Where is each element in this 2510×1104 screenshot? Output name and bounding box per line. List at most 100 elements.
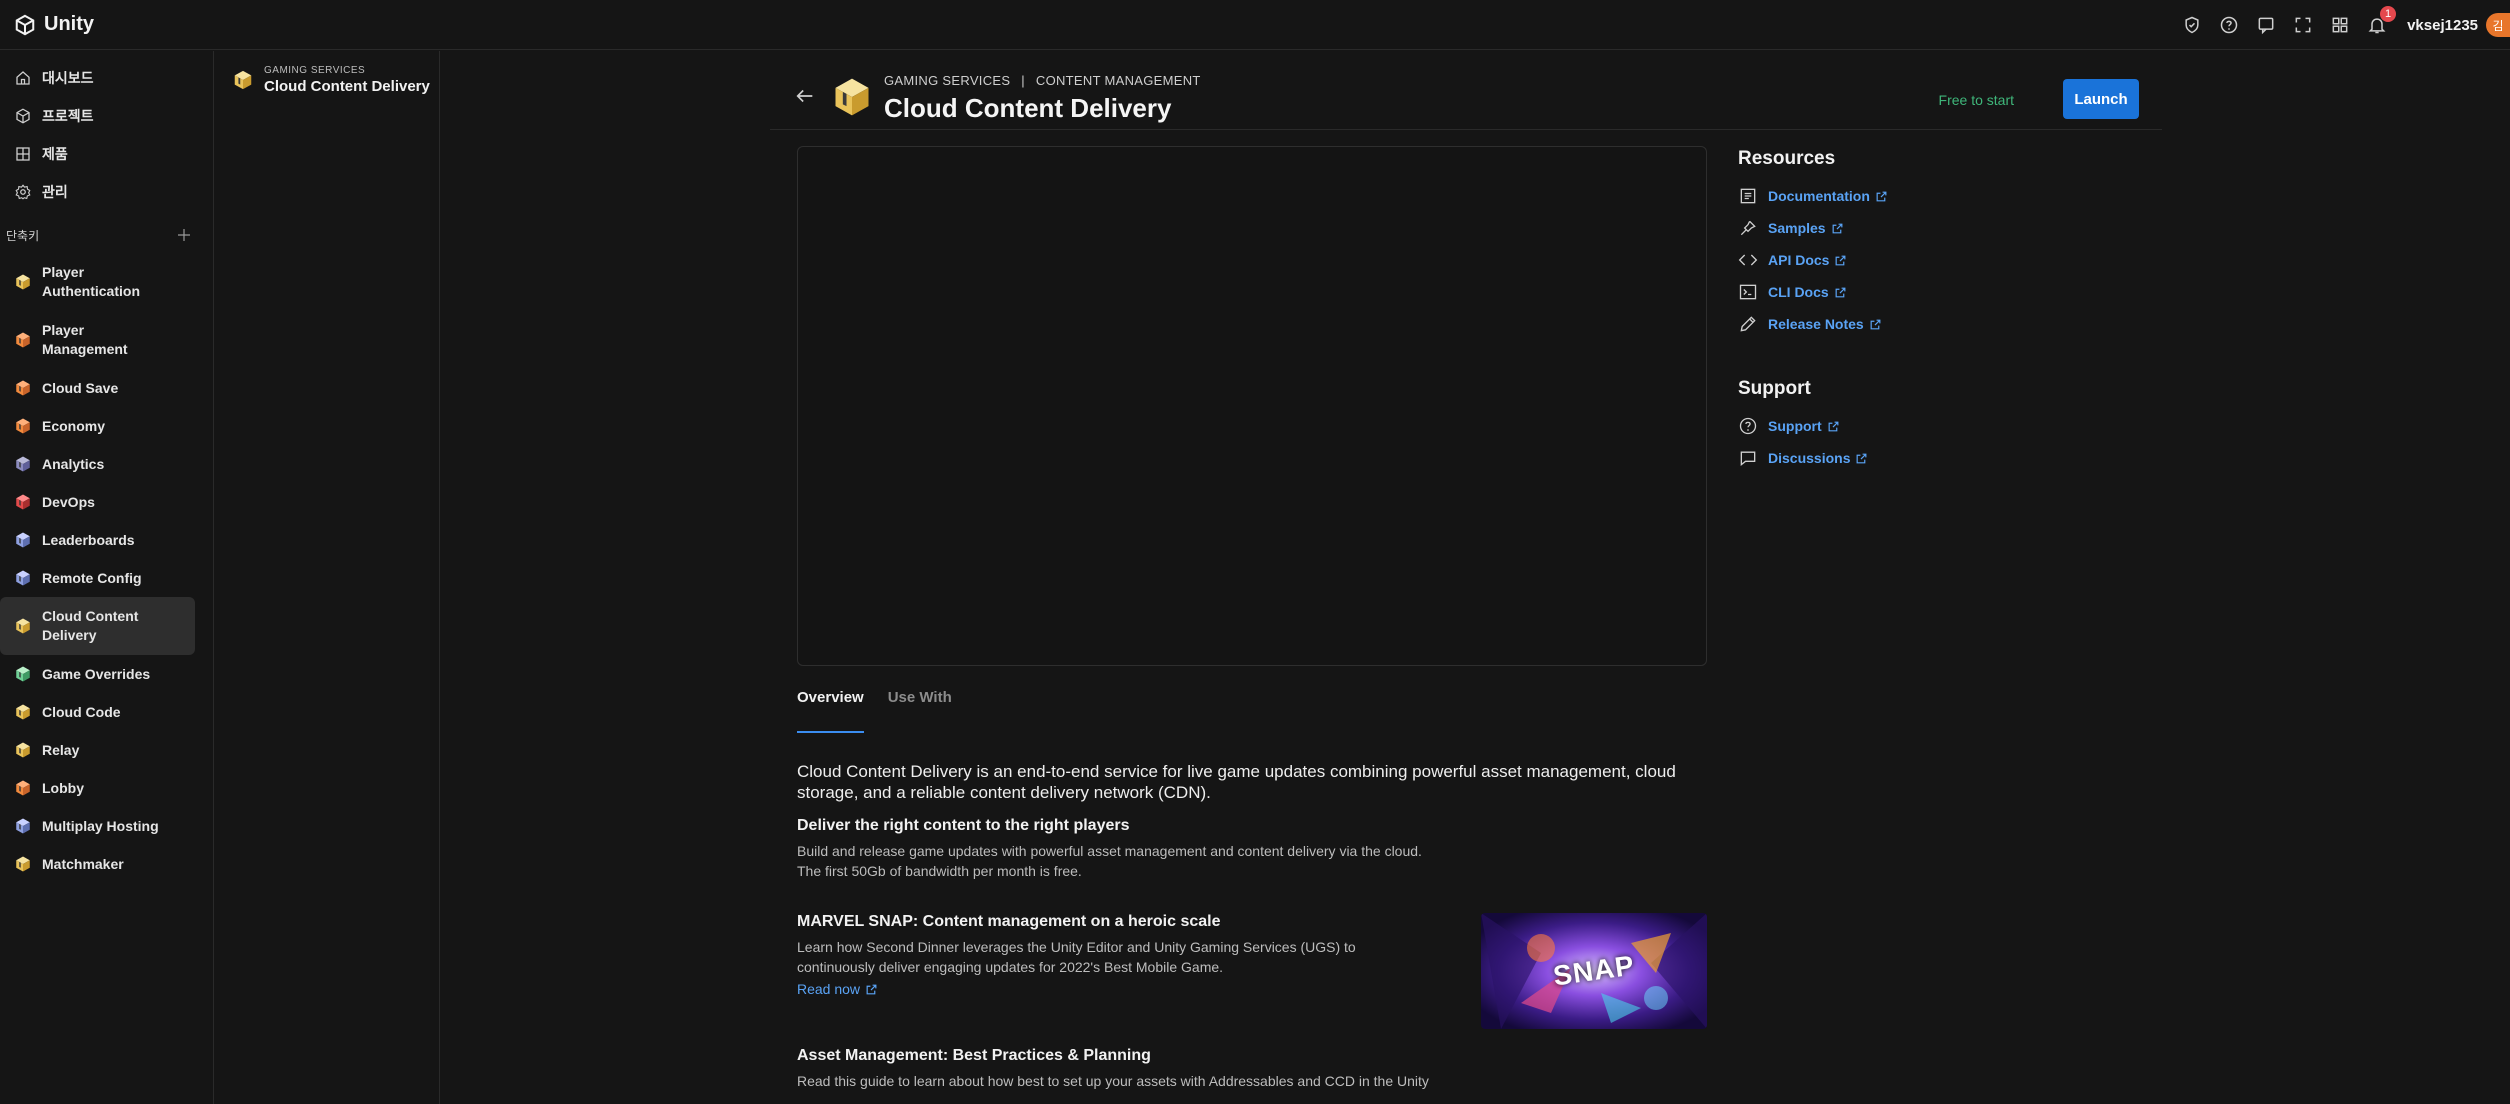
header-divider — [770, 129, 2162, 130]
shortcut-label: Cloud Save — [42, 379, 119, 396]
video-player[interactable] — [797, 146, 1707, 666]
external-link-icon — [1870, 319, 1881, 329]
resource-cli-docs[interactable]: CLI Docs — [1738, 276, 2138, 308]
product-cube-icon — [16, 456, 30, 472]
ccd-cube-icon — [234, 70, 252, 90]
shortcut-label: Leaderboards — [42, 531, 135, 548]
section-title: Deliver the right content to the right p… — [797, 817, 1130, 834]
launch-button[interactable]: Launch — [2063, 79, 2139, 119]
product-cube-icon — [16, 494, 30, 510]
product-cube-icon — [16, 618, 30, 634]
product-cube-icon — [16, 818, 30, 834]
breadcrumb-subcategory[interactable]: CONTENT MANAGEMENT — [1036, 73, 1201, 88]
chat-bubble-icon — [1740, 451, 1756, 467]
shortcut-relay[interactable]: Relay — [0, 731, 195, 769]
terminal-icon — [1739, 284, 1757, 300]
nav-item-projects[interactable]: 프로젝트 — [0, 97, 213, 135]
unity-logo-icon — [15, 14, 35, 35]
shortcut-lobby[interactable]: Lobby — [0, 769, 195, 807]
product-cube-icon — [16, 274, 30, 290]
shortcut-label: DevOps — [42, 493, 95, 510]
brand[interactable]: Unity — [14, 13, 94, 36]
shortcut-cloud-content-delivery[interactable]: Cloud Content Delivery — [0, 597, 195, 655]
shortcut-cloud-code[interactable]: Cloud Code — [0, 693, 195, 731]
shortcut-devops[interactable]: DevOps — [0, 483, 195, 521]
bell-icon[interactable]: 1 — [2366, 6, 2397, 36]
shortcut-label: Game Overrides — [42, 665, 151, 682]
shortcut-label: Cloud Content Delivery — [42, 608, 139, 643]
discussions-link[interactable]: Discussions — [1738, 442, 2138, 474]
product-cube-icon — [16, 780, 30, 796]
tab-use-with[interactable]: Use With — [888, 689, 952, 733]
nav-item-admin[interactable]: 관리 — [0, 173, 213, 211]
shortcut-label: Matchmaker — [42, 855, 124, 872]
product-cube-icon — [16, 856, 30, 872]
shortcut-label: Player Management — [42, 322, 128, 357]
breadcrumb: GAMING SERVICES | CONTENT MANAGEMENT — [884, 73, 1201, 88]
grid-icon — [16, 147, 30, 161]
snap-logo-text: SNAP — [1551, 949, 1637, 992]
marvel-snap-image: SNAP — [1481, 913, 1707, 1029]
home-icon — [16, 71, 30, 85]
section-body: Build and release game updates with powe… — [797, 841, 1707, 881]
page-header: GAMING SERVICES | CONTENT MANAGEMENT Clo… — [776, 61, 2156, 129]
shield-check-icon[interactable] — [2181, 14, 2203, 36]
shortcut-economy[interactable]: Economy — [0, 407, 195, 445]
product-cube-icon — [16, 570, 30, 586]
shortcut-label: Relay — [42, 741, 80, 758]
shortcut-list: Player Authentication Player Management Cl… — [0, 253, 213, 883]
help-icon[interactable] — [2218, 14, 2240, 36]
nav-item-dashboard[interactable]: 대시보드 — [0, 59, 213, 97]
product-panel-header[interactable]: GAMING SERVICES Cloud Content Delivery — [232, 65, 439, 95]
support-title: Support — [1738, 378, 1811, 399]
username[interactable]: vksej1235 — [2407, 17, 2478, 34]
app-name: Unity — [44, 13, 94, 35]
external-link-icon — [1857, 453, 1867, 463]
expand-icon[interactable] — [2292, 14, 2314, 36]
pencil-icon — [1740, 316, 1756, 332]
shortcut-cloud-save[interactable]: Cloud Save — [0, 369, 195, 407]
resource-documentation[interactable]: Documentation — [1738, 180, 2138, 212]
product-cube-icon — [16, 332, 30, 348]
ccd-cube-icon — [835, 78, 869, 116]
back-arrow-icon[interactable] — [794, 85, 816, 107]
page-title: Cloud Content Delivery — [884, 93, 1172, 123]
shortcut-label: Player Authentication — [42, 264, 140, 299]
case-study-card: MARVEL SNAP: Content management on a her… — [797, 913, 1707, 1033]
shortcut-game-overrides[interactable]: Game Overrides — [0, 655, 195, 693]
tab-overview[interactable]: Overview — [797, 689, 864, 733]
shortcuts-header: 단축키 — [0, 217, 213, 253]
resource-label: Samples — [1768, 220, 1826, 236]
product-cube-icon — [16, 666, 30, 682]
support-link[interactable]: Support — [1738, 410, 2138, 442]
breadcrumb-category[interactable]: GAMING SERVICES — [884, 73, 1010, 88]
resource-samples[interactable]: Samples — [1738, 212, 2138, 244]
shortcut-player-management[interactable]: Player Management — [0, 311, 195, 369]
product-cube-icon — [16, 532, 30, 548]
chat-icon[interactable] — [2255, 14, 2277, 36]
product-category: GAMING SERVICES — [264, 65, 366, 76]
shortcut-player-authentication[interactable]: Player Authentication — [0, 253, 195, 311]
shortcut-leaderboards[interactable]: Leaderboards — [0, 521, 195, 559]
shortcut-label: Remote Config — [42, 569, 142, 586]
apps-grid-icon[interactable] — [2329, 14, 2351, 36]
resource-release-notes[interactable]: Release Notes — [1738, 308, 2138, 340]
product-cube-icon — [16, 418, 30, 434]
nav-item-label: 제품 — [42, 146, 68, 162]
shortcut-remote-config[interactable]: Remote Config — [0, 559, 195, 597]
free-to-start-label: Free to start — [1938, 92, 2014, 108]
discussions-label: Discussions — [1768, 450, 1851, 466]
shortcut-label: Lobby — [42, 779, 84, 796]
shortcut-matchmaker[interactable]: Matchmaker — [0, 845, 195, 883]
gear-icon — [15, 184, 31, 200]
external-link-icon — [1836, 255, 1846, 265]
shortcut-analytics[interactable]: Analytics — [0, 445, 195, 483]
nav-item-products[interactable]: 제품 — [0, 135, 213, 173]
plus-icon[interactable] — [175, 226, 193, 244]
avatar[interactable]: 김 — [2486, 13, 2510, 37]
shortcut-multiplay-hosting[interactable]: Multiplay Hosting — [0, 807, 195, 845]
code-icon — [1738, 254, 1758, 266]
read-now-link[interactable]: Read now — [797, 981, 1437, 997]
resource-api-docs[interactable]: API Docs — [1738, 244, 2138, 276]
section-line: Build and release game updates with powe… — [797, 843, 1422, 859]
